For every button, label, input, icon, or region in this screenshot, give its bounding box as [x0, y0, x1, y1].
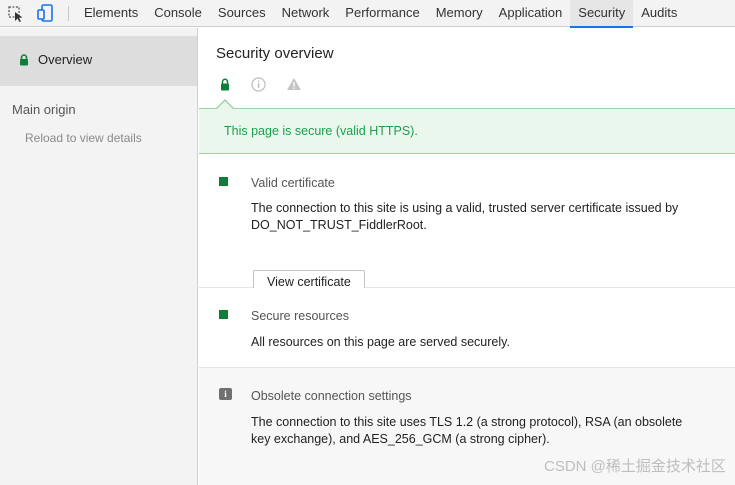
tab-memory[interactable]: Memory	[428, 0, 491, 27]
security-sidebar: Overview Main origin Reload to view deta…	[0, 28, 198, 485]
sidebar-item-label: Overview	[38, 52, 93, 67]
panel-tabs: Elements Console Sources Network Perform…	[76, 0, 685, 28]
element-picker-icon[interactable]	[6, 4, 26, 22]
summary-state-icons	[199, 76, 735, 104]
tab-elements[interactable]: Elements	[76, 0, 146, 27]
warning-triangle-icon	[286, 77, 302, 94]
security-summary-banner: This page is secure (valid HTTPS).	[199, 108, 735, 154]
sidebar-item-overview[interactable]: Overview	[0, 36, 197, 86]
section-description: All resources on this page are served se…	[251, 335, 510, 349]
tab-console[interactable]: Console	[146, 0, 210, 27]
secure-resources-section: Secure resources All resources on this p…	[199, 288, 735, 368]
green-square-icon	[219, 310, 228, 319]
section-title: Secure resources	[251, 309, 349, 323]
watermark: CSDN @稀土掘金技术社区	[544, 458, 726, 475]
info-icon: i	[219, 388, 232, 400]
section-title: Obsolete connection settings	[251, 389, 412, 403]
tab-sources[interactable]: Sources	[210, 0, 274, 27]
tab-audits[interactable]: Audits	[633, 0, 685, 27]
tab-security[interactable]: Security	[570, 0, 634, 28]
reload-hint: Reload to view details	[25, 131, 142, 145]
section-description: The connection to this site is using a v…	[251, 201, 679, 232]
device-toolbar-icon[interactable]	[36, 4, 56, 22]
devtools-toolbar: Elements Console Sources Network Perform…	[0, 0, 735, 28]
tab-application[interactable]: Application	[491, 0, 571, 27]
info-circle-icon	[251, 77, 266, 95]
main-origin-heading: Main origin	[12, 102, 76, 117]
page-title: Security overview	[216, 45, 334, 62]
summary-pointer-fill	[216, 101, 234, 110]
green-square-icon	[219, 177, 228, 186]
tab-performance[interactable]: Performance	[337, 0, 427, 27]
section-description: The connection to this site uses TLS 1.2…	[251, 415, 683, 446]
lock-icon	[19, 54, 29, 69]
tab-network[interactable]: Network	[274, 0, 338, 27]
section-title: Valid certificate	[251, 176, 335, 190]
security-main-panel: Security overview This page is secure (v…	[199, 28, 735, 485]
summary-text: This page is secure (valid HTTPS).	[224, 124, 418, 138]
secure-lock-icon	[220, 78, 230, 94]
valid-certificate-section: Valid certificate The connection to this…	[199, 155, 735, 295]
toolbar-divider	[68, 6, 69, 21]
